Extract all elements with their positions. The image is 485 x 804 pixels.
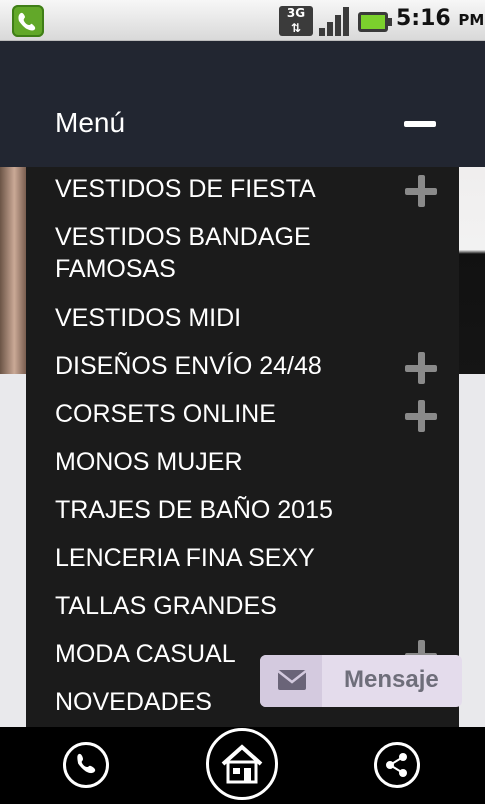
menu-item-trajes-de-bano[interactable]: TRAJES DE BAÑO 2015 bbox=[55, 494, 455, 527]
menu-item-corsets-online[interactable]: CORSETS ONLINE bbox=[55, 398, 455, 431]
phone-app-icon bbox=[12, 5, 44, 37]
call-button[interactable] bbox=[63, 742, 109, 788]
bottom-nav bbox=[0, 727, 485, 804]
collapse-menu-icon[interactable] bbox=[404, 121, 436, 127]
home-button[interactable] bbox=[206, 728, 278, 800]
network-3g-icon: 3G ⇅ bbox=[279, 6, 313, 36]
battery-charging-icon bbox=[358, 12, 392, 32]
expand-plus-icon[interactable] bbox=[405, 400, 437, 432]
menu-panel: VESTIDOS DE FIESTA VESTIDOS BANDAGE FAMO… bbox=[26, 167, 459, 727]
home-icon bbox=[221, 744, 263, 784]
phone-icon bbox=[77, 753, 96, 774]
clock: 5:16 PM bbox=[396, 6, 485, 31]
menu-item-vestidos-bandage[interactable]: VESTIDOS BANDAGE bbox=[55, 221, 455, 254]
menu-title: Menú bbox=[55, 107, 126, 138]
signal-icon bbox=[319, 7, 349, 36]
menu-header bbox=[0, 41, 485, 167]
expand-plus-icon[interactable] bbox=[405, 352, 437, 384]
menu-item-disenos-envio[interactable]: DISEÑOS ENVÍO 24/48 bbox=[55, 350, 455, 383]
menu-item-tallas-grandes[interactable]: TALLAS GRANDES bbox=[55, 590, 455, 623]
message-button-label: Mensaje bbox=[344, 666, 439, 693]
message-button[interactable]: Mensaje bbox=[260, 655, 462, 707]
menu-item-vestidos-de-fiesta[interactable]: VESTIDOS DE FIESTA bbox=[55, 173, 455, 206]
status-bar: 3G ⇅ 5:16 PM bbox=[0, 0, 485, 41]
expand-plus-icon[interactable] bbox=[405, 175, 437, 207]
menu-item-vestidos-bandage-line2[interactable]: FAMOSAS bbox=[55, 253, 455, 286]
menu-item-lenceria-fina-sexy[interactable]: LENCERIA FINA SEXY bbox=[55, 542, 455, 575]
menu-item-vestidos-midi[interactable]: VESTIDOS MIDI bbox=[55, 302, 455, 335]
envelope-icon bbox=[260, 655, 322, 707]
share-icon bbox=[386, 753, 407, 777]
menu-item-monos-mujer[interactable]: MONOS MUJER bbox=[55, 446, 455, 479]
share-button[interactable] bbox=[374, 742, 420, 788]
